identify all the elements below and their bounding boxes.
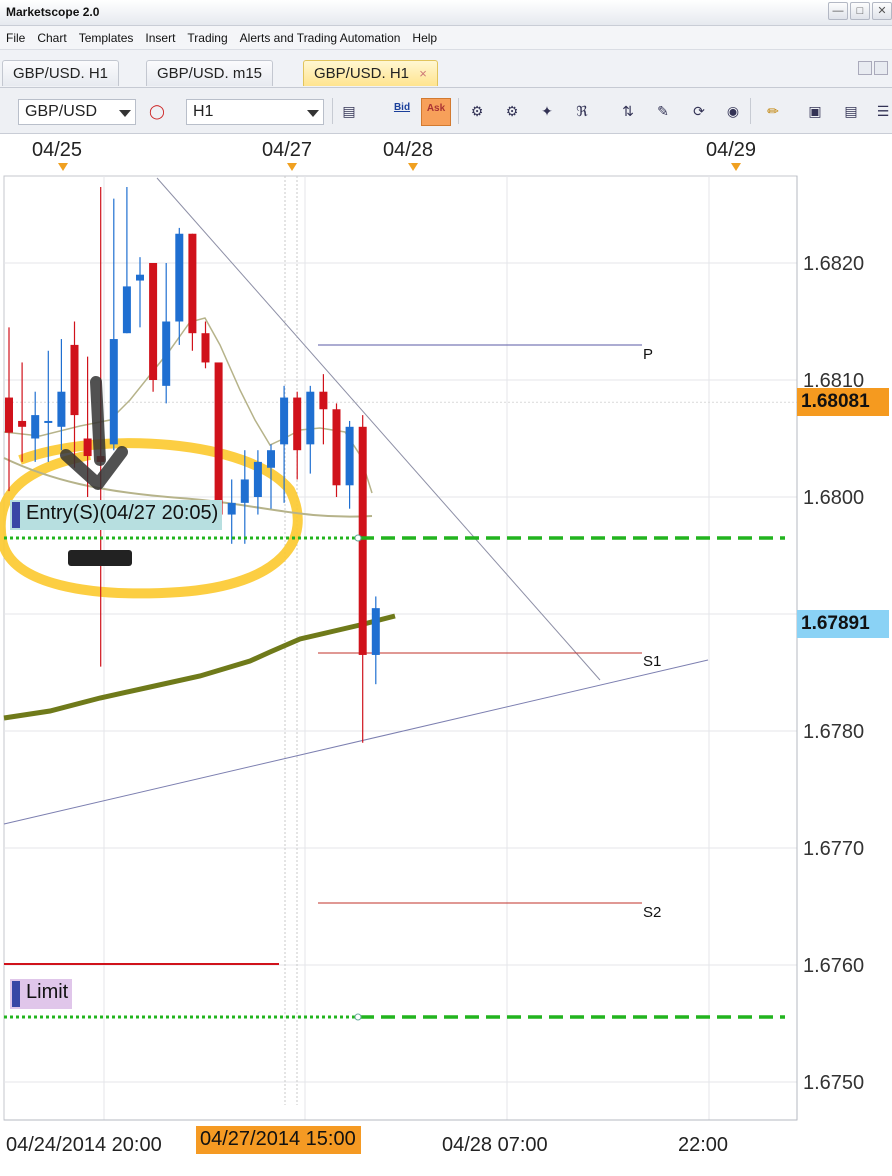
x-tick-label: 04/28 07:00 [442,1134,548,1156]
cursor-time-tag: 04/27/2014 15:00 [196,1126,361,1154]
candle-bullish[interactable] [122,286,131,334]
candle-bullish[interactable] [57,391,66,427]
x-tick-label: 22:00 [678,1134,729,1156]
y-tick-label: 1.6820 [803,253,865,275]
entry-order-text: Entry(S)(04/27 20:05) [26,502,219,524]
limit-handle[interactable] [354,1013,362,1021]
candle-bearish[interactable] [201,333,210,363]
limit-order-label[interactable]: Limit [10,979,73,1009]
candle-bullish[interactable] [136,274,144,281]
candle-bearish[interactable] [83,438,92,457]
candle-bullish[interactable] [345,426,354,486]
y-tick-label: 1.6780 [803,721,865,743]
candle-bullish[interactable] [109,339,118,445]
candle-bearish[interactable] [214,362,223,515]
y-tick-label: 1.6760 [803,955,865,977]
candle-bearish[interactable] [293,397,302,451]
candle-bullish[interactable] [306,391,315,445]
candle-bearish[interactable] [332,409,341,486]
candle-bearish[interactable] [18,420,27,427]
candle-bullish[interactable] [31,415,40,439]
entry-handle[interactable] [354,534,362,542]
ask-price-tag: 1.67891 [797,610,889,638]
candle-bearish[interactable] [149,263,158,380]
entry-order-label[interactable]: Entry(S)(04/27 20:05) [10,500,223,530]
limit-order-text: Limit [26,981,69,1003]
candle-bullish[interactable] [175,233,184,322]
candle-bullish[interactable] [227,502,236,515]
candle-bearish[interactable] [188,233,197,334]
candle-bullish[interactable] [44,420,53,423]
candle-bearish[interactable] [70,344,79,416]
candle-bullish[interactable] [162,321,171,386]
candle-bullish[interactable] [371,608,380,655]
x-tick-label: 04/24/2014 20:00 [6,1134,162,1156]
candle-bullish[interactable] [240,479,249,503]
pivot-label-p: P [643,346,654,363]
y-tick-label: 1.6750 [803,1072,865,1094]
candle-bearish[interactable] [5,397,13,433]
pivot-label-s1: S1 [643,653,662,670]
candle-bullish[interactable] [267,450,275,468]
bid-price-tag: 1.68081 [797,388,889,416]
y-tick-label: 1.6770 [803,838,865,860]
order-marker [12,502,20,528]
candle-bearish[interactable] [319,391,328,410]
price-chart[interactable] [0,0,892,1176]
candle-bullish[interactable] [253,461,262,497]
redaction-mark [68,550,132,566]
candle-bullish[interactable] [280,397,289,445]
order-marker [12,981,20,1007]
pivot-label-s2: S2 [643,904,662,921]
y-tick-label: 1.6800 [803,487,865,509]
